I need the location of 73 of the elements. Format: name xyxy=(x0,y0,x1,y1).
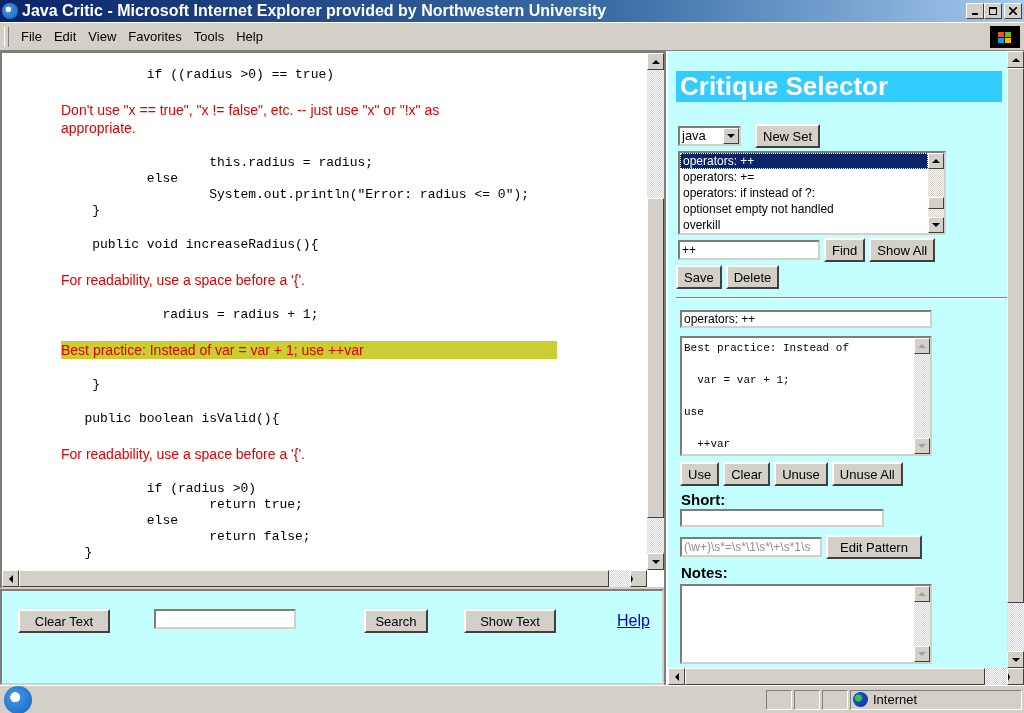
code-line: radius = radius + 1; xyxy=(161,307,320,323)
code-line: public void increaseRadius(){ xyxy=(91,237,320,253)
browser-logo-icon xyxy=(2,3,18,19)
new-set-button[interactable]: New Set xyxy=(755,124,821,148)
status-bar-pane xyxy=(822,689,848,710)
vertical-scrollbar[interactable] xyxy=(1007,51,1024,668)
search-field[interactable] xyxy=(154,609,296,629)
code-line: if (radius >0) xyxy=(145,481,258,497)
code-line: else xyxy=(145,171,180,187)
critique-message: Don't use "x == true", "x != false", etc. -- just use "x" or "!x" as appropriate. xyxy=(61,101,441,137)
minimize-button[interactable] xyxy=(966,3,984,19)
toolbar-grip xyxy=(4,26,9,47)
list-item[interactable]: overkill xyxy=(680,217,928,233)
show-all-button[interactable]: Show All xyxy=(869,238,936,262)
list-item[interactable]: operators: if instead of ?: xyxy=(680,185,928,201)
edit-pattern-button[interactable]: Edit Pattern xyxy=(826,535,922,559)
code-line: } xyxy=(91,203,101,219)
delete-button[interactable]: Delete xyxy=(725,265,780,289)
menu-item[interactable]: Favorites xyxy=(122,29,188,44)
short-label: Short: xyxy=(681,491,726,508)
notes-text-area[interactable] xyxy=(680,584,932,664)
clear-text-button[interactable]: Clear Text xyxy=(18,609,110,633)
critique-message: Best practice: Instead of var = var + 1; use ++var xyxy=(61,341,557,359)
vertical-scrollbar[interactable] xyxy=(647,53,664,570)
security-zone-label: Internet xyxy=(873,692,918,707)
close-icon xyxy=(1009,7,1017,15)
help-link[interactable]: Help xyxy=(617,612,650,630)
code-line: return true; xyxy=(208,497,304,513)
code-line: if ((radius >0) == true) xyxy=(145,67,336,83)
action-button[interactable]: Unuse All xyxy=(831,462,903,486)
critique-list[interactable]: operators: ++ operators: += operators: if instead of ?: optionset empty not handled overkill xyxy=(678,151,946,235)
menu-item[interactable]: Help xyxy=(230,29,269,44)
critique-text-area[interactable]: Best practice: Instead of var = var + 1; use ++var xyxy=(680,336,932,456)
code-line: } xyxy=(91,377,101,393)
page-icon xyxy=(4,685,32,713)
search-button[interactable]: Search xyxy=(364,609,428,633)
menu-item[interactable]: Tools xyxy=(187,29,231,44)
code-line: public boolean isValid(){ xyxy=(83,411,281,427)
code-line: else xyxy=(145,513,180,529)
list-item[interactable]: operators: ++ xyxy=(680,153,928,169)
close-button[interactable] xyxy=(1004,3,1022,19)
set-dropdown[interactable]: java xyxy=(678,126,741,146)
horizontal-scrollbar[interactable] xyxy=(2,570,647,587)
action-button[interactable]: Clear xyxy=(723,462,771,486)
critique-name-field[interactable]: operators: ++ xyxy=(680,310,932,328)
list-item[interactable]: operators: += xyxy=(680,169,928,185)
save-button[interactable]: Save xyxy=(676,265,722,289)
short-field[interactable] xyxy=(680,509,884,527)
window-title: Java Critic - Microsoft Internet Explorer provided by Northwestern University xyxy=(22,2,608,20)
code-line: } xyxy=(83,545,94,561)
restore-button[interactable] xyxy=(984,3,1002,19)
list-item[interactable]: optionset empty not handled xyxy=(680,201,928,217)
code-line: this.radius = radius; xyxy=(208,155,375,171)
action-button[interactable]: Unuse xyxy=(774,462,828,486)
horizontal-scrollbar[interactable] xyxy=(668,668,1024,685)
status-bar-pane xyxy=(794,689,820,710)
list-scrollbar[interactable] xyxy=(928,153,944,233)
status-bar-pane xyxy=(766,689,792,710)
menu-item[interactable]: File xyxy=(15,29,48,44)
find-button[interactable]: Find xyxy=(824,238,866,262)
critique-message: For readability, use a space before a '{'. xyxy=(61,271,306,289)
critique-message: For readability, use a space before a '{'. xyxy=(61,445,306,463)
menu-item[interactable]: View xyxy=(82,29,123,44)
code-line: return false; xyxy=(208,529,312,545)
windows-logo-icon xyxy=(990,25,1020,48)
notes-label: Notes: xyxy=(681,564,728,581)
globe-icon xyxy=(853,692,868,707)
page-heading: Critique Selector xyxy=(676,71,1002,102)
show-text-button[interactable]: Show Text xyxy=(464,609,556,633)
code-line: System.out.println("Error: radius <= 0"); xyxy=(208,187,531,203)
action-button[interactable]: Use xyxy=(680,462,720,486)
find-field[interactable]: ++ xyxy=(678,240,820,260)
menu-item[interactable]: Edit xyxy=(47,29,83,44)
